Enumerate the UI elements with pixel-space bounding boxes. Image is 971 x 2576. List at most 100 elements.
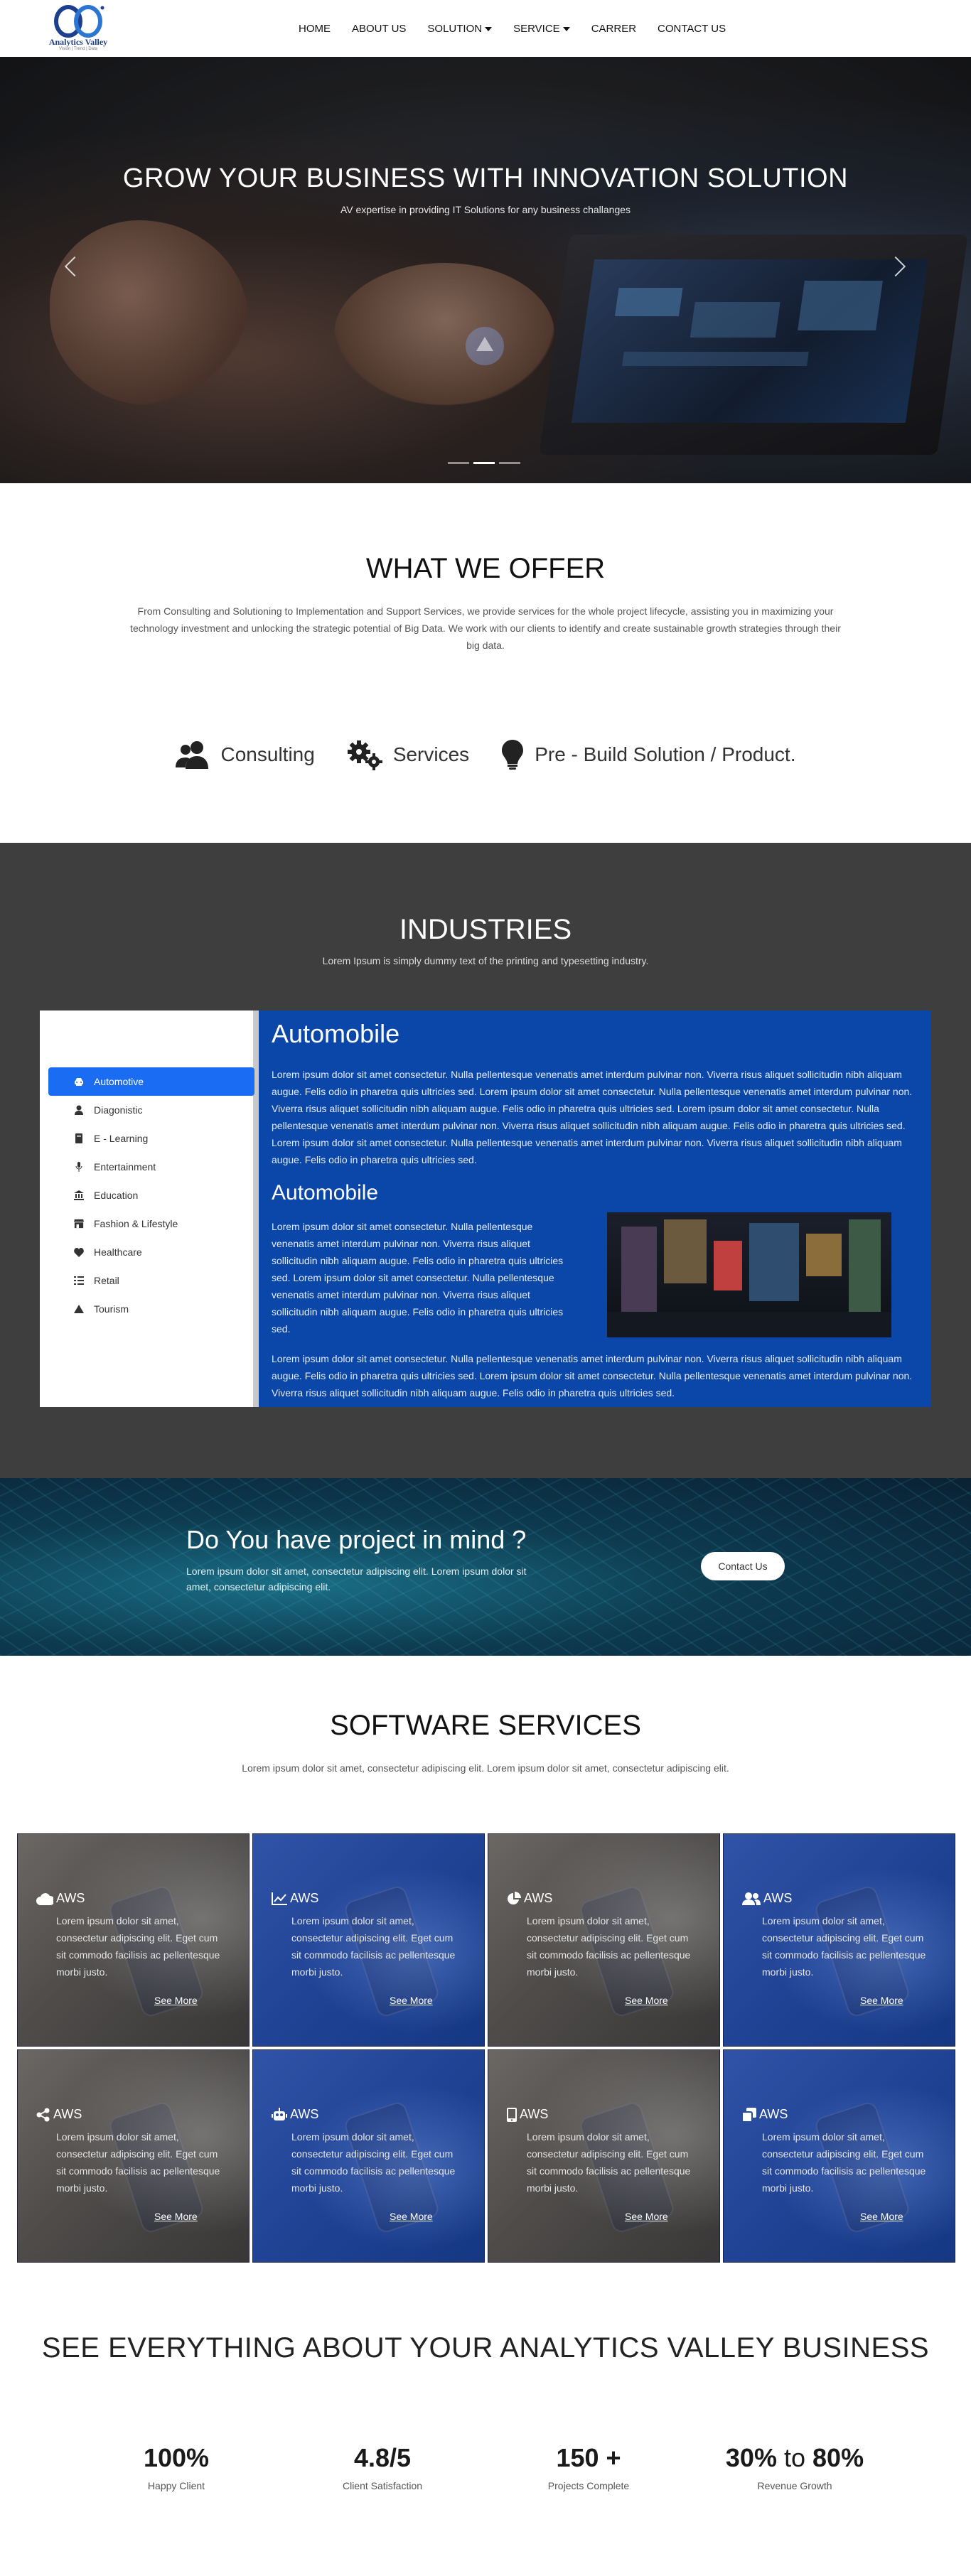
see-more-link[interactable]: See More	[625, 1995, 668, 2006]
industry-label: Healthcare	[94, 1246, 142, 1258]
see-more-link[interactable]: See More	[154, 2211, 198, 2222]
hero-carousel: GROW YOUR BUSINESS WITH INNOVATION SOLUT…	[0, 57, 971, 483]
industry-detail-panel: Automobile Lorem ipsum dolor sit amet co…	[259, 1011, 931, 1407]
industry-label: Automotive	[94, 1076, 144, 1087]
service-card: AWS Lorem ipsum dolor sit amet, consecte…	[17, 2049, 250, 2263]
card-title: AWS	[524, 1891, 553, 1905]
card-title: AWS	[763, 1891, 793, 1905]
card-title: AWS	[56, 1891, 85, 1905]
logo[interactable]: Analytics Valley Vision | Trend | Data	[43, 3, 114, 54]
stat-value: 100%	[143, 2443, 210, 2472]
industry-label: Tourism	[94, 1303, 129, 1315]
see-more-link[interactable]: See More	[860, 1995, 903, 2006]
caret-down-icon	[485, 26, 493, 31]
users-icon	[742, 1892, 761, 1905]
industry-education[interactable]: Education	[48, 1181, 254, 1209]
see-more-link[interactable]: See More	[390, 2211, 433, 2222]
stat-happy-client: 100% Happy Client	[73, 2443, 279, 2491]
stat-value: 30% to 80%	[692, 2443, 898, 2473]
industry-retail[interactable]: Retail	[48, 1266, 254, 1295]
car-icon	[74, 1077, 84, 1087]
card-title: AWS	[290, 2107, 319, 2121]
see-more-link[interactable]: See More	[154, 1995, 198, 2006]
industry-image	[607, 1212, 891, 1337]
logo-icon	[54, 5, 104, 38]
industry-paragraph: Lorem ipsum dolor sit amet consectetur. …	[272, 1069, 913, 1165]
microphone-icon	[74, 1162, 84, 1172]
service-card: AWS Lorem ipsum dolor sit amet, consecte…	[488, 2049, 720, 2263]
offer-consulting-label: Consulting	[220, 743, 315, 765]
cta-title: Do You have project in mind ?	[186, 1525, 527, 1554]
software-grid: AWS Lorem ipsum dolor sit amet, consecte…	[17, 1833, 955, 2263]
users-icon	[175, 741, 208, 769]
stat-value: 4.8/5	[353, 2443, 412, 2472]
card-text: Lorem ipsum dolor sit amet, consectetur …	[56, 2131, 220, 2194]
logo-tagline: Vision | Trend | Data	[58, 47, 98, 51]
industry-automotive[interactable]: Automotive	[48, 1067, 254, 1096]
stat-label: Projects Complete	[547, 2480, 630, 2491]
nav-home[interactable]: HOME	[299, 23, 331, 35]
industry-label: Fashion & Lifestyle	[94, 1218, 178, 1229]
carousel-dot[interactable]	[499, 462, 520, 464]
stat-value: 150 +	[556, 2443, 621, 2472]
nav-about-us[interactable]: ABOUT US	[352, 23, 406, 35]
offer-prebuild[interactable]: Pre - Build Solution / Product.	[500, 739, 795, 770]
list-icon	[74, 1276, 84, 1286]
card-title: AWS	[53, 2107, 82, 2121]
contact-us-button[interactable]: Contact Us	[701, 1552, 785, 1580]
industry-label: Education	[94, 1190, 139, 1201]
nav-contact-us[interactable]: CONTACT US	[658, 23, 726, 35]
offer-consulting[interactable]: Consulting	[175, 740, 315, 769]
industries-sidebar: Automotive Diagonistic E - Learning Ente…	[40, 1011, 259, 1407]
cta-banner: Do You have project in mind ? Lorem ipsu…	[0, 1478, 971, 1656]
industry-tourism[interactable]: Tourism	[48, 1295, 254, 1323]
industries-title: INDUSTRIES	[399, 914, 572, 945]
software-subtitle: Lorem ipsum dolor sit amet, consectetur …	[242, 1762, 729, 1774]
card-text: Lorem ipsum dolor sit amet, consectetur …	[527, 2131, 691, 2194]
industry-healthcare[interactable]: Healthcare	[48, 1238, 254, 1266]
carousel-dot[interactable]	[448, 462, 469, 464]
stat-value-to: 80%	[812, 2443, 864, 2472]
card-text: Lorem ipsum dolor sit amet, consectetur …	[762, 1915, 926, 1978]
industry-e-learning[interactable]: E - Learning	[48, 1124, 254, 1153]
nav-service[interactable]: SERVICE	[513, 23, 570, 35]
nav-carrer-label: CARRER	[591, 22, 637, 35]
industry-heading: Automobile	[272, 1019, 400, 1048]
service-card: AWS Lorem ipsum dolor sit amet, consecte…	[252, 2049, 485, 2263]
nav-service-label: SERVICE	[513, 22, 560, 35]
industry-entertainment[interactable]: Entertainment	[48, 1153, 254, 1181]
card-text: Lorem ipsum dolor sit amet, consectetur …	[527, 1915, 691, 1978]
industry-diagonistic[interactable]: Diagonistic	[48, 1096, 254, 1124]
nav-contact-label: CONTACT US	[658, 22, 726, 35]
offer-prebuild-label: Pre - Build Solution / Product.	[535, 743, 796, 765]
pie-chart-icon	[508, 1891, 521, 1904]
service-card: AWS Lorem ipsum dolor sit amet, consecte…	[17, 1833, 250, 2047]
card-text: Lorem ipsum dolor sit amet, consectetur …	[291, 2131, 456, 2194]
nav-about-label: ABOUT US	[352, 22, 407, 35]
card-title: AWS	[520, 2107, 549, 2121]
industry-label: Retail	[94, 1275, 119, 1286]
stat-value-to-word: to	[783, 2443, 806, 2472]
offer-services[interactable]: Services	[346, 739, 469, 770]
see-more-link[interactable]: See More	[625, 2211, 668, 2222]
user-icon	[74, 1105, 84, 1115]
see-more-link[interactable]: See More	[390, 1995, 433, 2006]
nav-carrer[interactable]: CARRER	[591, 23, 636, 35]
stat-label: Happy Client	[147, 2480, 205, 2491]
carousel-dot[interactable]	[473, 462, 495, 464]
logo-name: Analytics Valley	[48, 37, 108, 47]
industry-fashion-lifestyle[interactable]: Fashion & Lifestyle	[48, 1209, 254, 1238]
book-icon	[74, 1133, 84, 1143]
mountain-icon	[74, 1304, 84, 1314]
stat-label: Client Satisfaction	[342, 2480, 423, 2491]
offer-title: WHAT WE OFFER	[365, 553, 606, 584]
stat-label: Revenue Growth	[757, 2480, 832, 2491]
nav-home-label: HOME	[299, 22, 331, 35]
card-title: AWS	[290, 1891, 319, 1905]
offer-text: From Consulting and Solutioning to Imple…	[130, 605, 841, 651]
see-more-link[interactable]: See More	[860, 2211, 903, 2222]
nav-solution[interactable]: SOLUTION	[427, 23, 493, 35]
stat-client-satisfaction: 4.8/5 Client Satisfaction	[279, 2443, 486, 2491]
card-text: Lorem ipsum dolor sit amet, consectetur …	[291, 1915, 456, 1978]
offer-items: Consulting Services Pre - Build Solution…	[0, 739, 971, 770]
